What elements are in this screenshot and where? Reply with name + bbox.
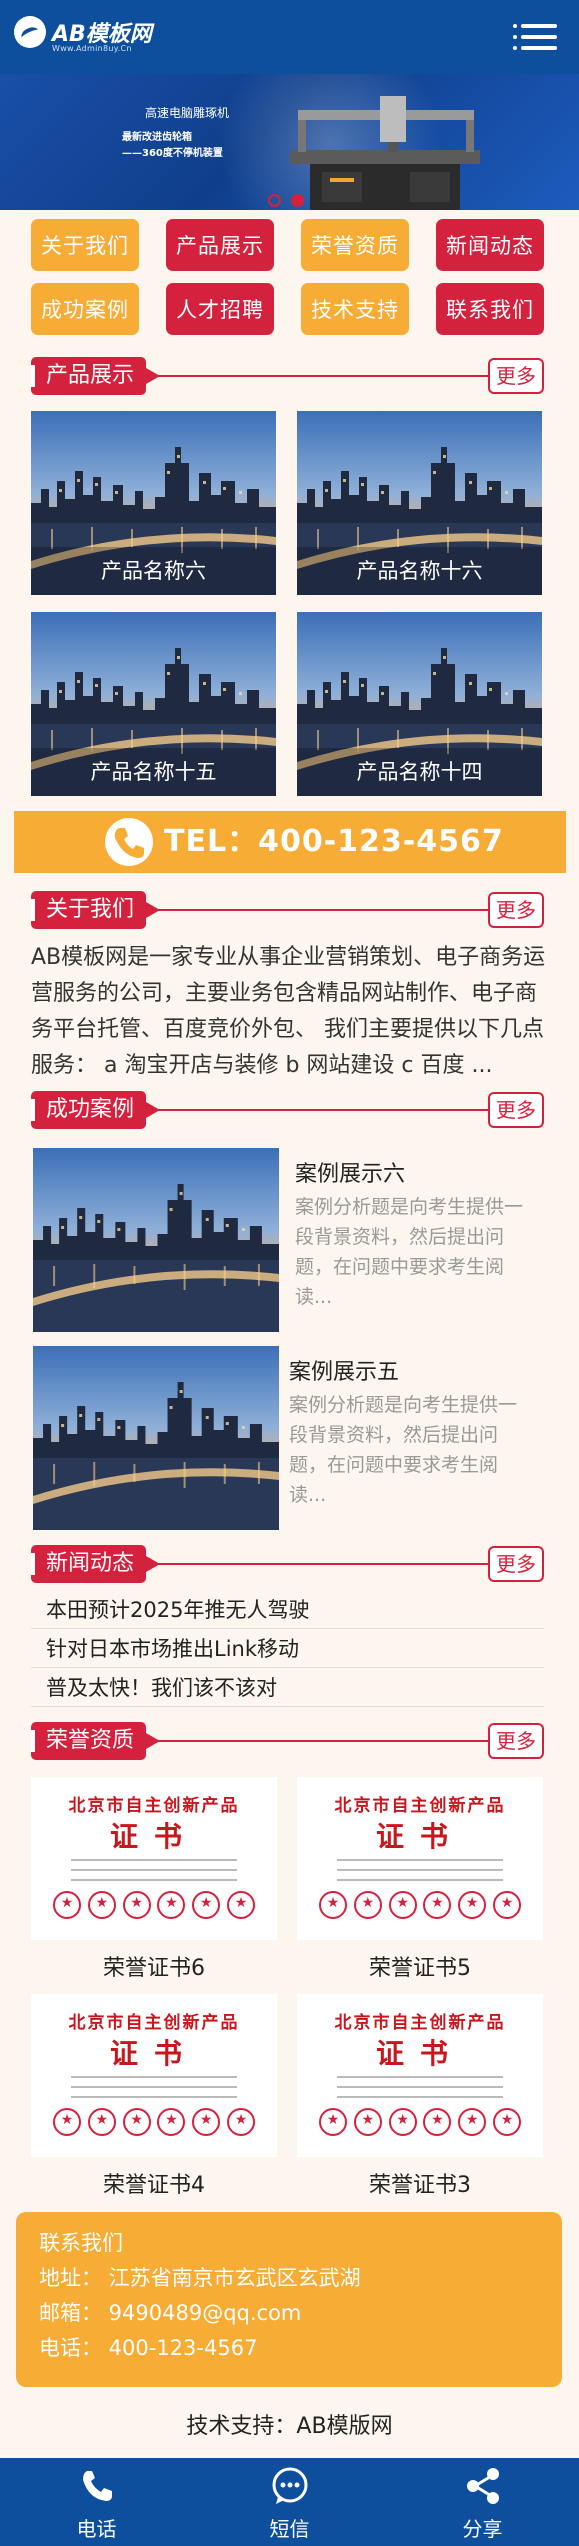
nav-honors[interactable]: 荣誉资质	[301, 219, 409, 271]
certificate-word: 证书	[375, 2037, 464, 2070]
message-icon	[272, 2467, 307, 2504]
certificate-header: 北京市自主创新产品	[334, 2013, 506, 2033]
contact-box: 联系我们 地址： 江苏省南京市玄武区玄武湖 邮箱： 9490489@qq.com…	[16, 2212, 562, 2387]
bottom-bar: 电话 短信 分享	[0, 2458, 579, 2546]
contact-address: 地址： 江苏省南京市玄武区玄武湖	[39, 2266, 361, 2290]
product-card[interactable]: 产品名称六	[31, 411, 276, 595]
tel-bar[interactable]: TEL：400-123-4567	[14, 811, 566, 873]
certificate-seals	[53, 1891, 255, 1921]
product-name: 产品名称十五	[31, 748, 276, 796]
nav-news[interactable]: 新闻动态	[436, 219, 544, 271]
section-header-news: 新闻动态 更多	[31, 1545, 544, 1583]
contact-title: 联系我们	[39, 2231, 123, 2255]
banner-slider[interactable]: 高速电脑雕琢机 最新改进齿轮箱 ——360度不停机装置	[0, 74, 579, 210]
more-button-about[interactable]: 更多	[488, 892, 544, 928]
certificate-word: 证书	[375, 1820, 464, 1853]
section-title-cases: 成功案例	[31, 1091, 161, 1129]
footer-sms-button[interactable]: 短信	[193, 2458, 386, 2546]
section-title-products: 产品展示	[31, 357, 161, 395]
banner-dot-1[interactable]	[268, 194, 281, 207]
section-title-about: 关于我们	[31, 891, 161, 929]
footer-label: 电话	[76, 2517, 117, 2541]
certificate-header: 北京市自主创新产品	[68, 2013, 240, 2033]
logo-mark-icon	[14, 16, 46, 48]
product-card[interactable]: 产品名称十六	[297, 411, 542, 595]
product-name: 产品名称十四	[297, 748, 542, 796]
banner-pagination	[268, 192, 314, 210]
honor-caption: 荣誉证书4	[103, 2173, 205, 2198]
news-item[interactable]: 普及太快！我们该不该对	[31, 1669, 544, 1707]
case-image	[33, 1346, 279, 1530]
more-button-products[interactable]: 更多	[488, 358, 544, 394]
case-description: 案例分析题是向考生提供一段背景资料，然后提出问题，在问题中要求考生阅读...	[289, 1394, 518, 1506]
footer-share-button[interactable]: 分享	[386, 2458, 579, 2546]
phone-icon	[105, 818, 153, 866]
contact-phone[interactable]: 电话： 400-123-4567	[39, 2331, 562, 2366]
nav-jobs[interactable]: 人才招聘	[166, 283, 274, 335]
section-header-about: 关于我们 更多	[31, 891, 544, 929]
share-icon	[466, 2468, 499, 2504]
honor-caption: 荣誉证书6	[103, 1956, 205, 1981]
honor-certificate[interactable]: 北京市自主创新产品 证书	[297, 1994, 543, 2157]
case-title: 案例展示六	[295, 1162, 406, 1187]
case-title: 案例展示五	[289, 1360, 400, 1385]
logo[interactable]: AB模板网 Www.Admin8uy.Cn	[14, 10, 164, 62]
nav-support[interactable]: 技术支持	[301, 283, 409, 335]
news-item[interactable]: 针对日本市场推出Link移动	[31, 1630, 544, 1668]
nav-products[interactable]: 产品展示	[166, 219, 274, 271]
section-header-cases: 成功案例 更多	[31, 1091, 544, 1129]
nav-about[interactable]: 关于我们	[31, 219, 139, 271]
header: AB模板网 Www.Admin8uy.Cn	[0, 0, 579, 74]
product-name: 产品名称十六	[297, 547, 542, 595]
certificate-word: 证书	[109, 1820, 198, 1853]
menu-icon[interactable]	[521, 24, 557, 52]
footer-label: 短信	[269, 2517, 310, 2541]
phone-icon	[82, 2471, 112, 2501]
certificate-word: 证书	[109, 2037, 198, 2070]
certificate-seals	[53, 2108, 255, 2138]
honor-certificate[interactable]: 北京市自主创新产品 证书	[297, 1777, 543, 1940]
case-item[interactable]: 案例展示五 案例分析题是向考生提供一段背景资料，然后提出问题，在问题中要求考生阅…	[33, 1346, 546, 1536]
case-image	[33, 1148, 279, 1332]
honor-certificate[interactable]: 北京市自主创新产品 证书	[31, 1777, 277, 1940]
about-text: AB模板网是一家专业从事企业营销策划、电子商务运营服务的公司，主要业务包含精品网…	[31, 945, 546, 1078]
case-item[interactable]: 案例展示六 案例分析题是向考生提供一段背景资料，然后提出问题，在问题中要求考生阅…	[33, 1148, 546, 1338]
section-header-honors: 荣誉资质 更多	[31, 1722, 544, 1760]
section-title-honors: 荣誉资质	[31, 1722, 161, 1760]
certificate-seals	[319, 1891, 521, 1921]
honor-caption: 荣誉证书5	[369, 1956, 471, 1981]
honor-caption: 荣誉证书3	[369, 2173, 471, 2198]
section-header-products: 产品展示 更多	[31, 357, 544, 395]
certificate-header: 北京市自主创新产品	[68, 1796, 240, 1816]
logo-site-url: Www.Admin8uy.Cn	[52, 44, 132, 53]
more-button-news[interactable]: 更多	[488, 1546, 544, 1582]
honor-certificate[interactable]: 北京市自主创新产品 证书	[31, 1994, 277, 2157]
case-description: 案例分析题是向考生提供一段背景资料，然后提出问题，在问题中要求考生阅读...	[295, 1196, 524, 1308]
certificate-header: 北京市自主创新产品	[334, 1796, 506, 1816]
footer-label: 分享	[462, 2517, 503, 2541]
nav-cases[interactable]: 成功案例	[31, 283, 139, 335]
footer-call-button[interactable]: 电话	[0, 2458, 193, 2546]
product-card[interactable]: 产品名称十四	[297, 612, 542, 796]
product-name: 产品名称六	[31, 547, 276, 595]
banner-headline: 高速电脑雕琢机	[145, 106, 230, 120]
more-button-honors[interactable]: 更多	[488, 1723, 544, 1759]
tel-number: TEL：400-123-4567	[164, 824, 504, 859]
tech-support-text[interactable]: 技术支持：AB模版网	[0, 2408, 579, 2440]
banner-line-2: 最新改进齿轮箱	[122, 132, 192, 143]
product-card[interactable]: 产品名称十五	[31, 612, 276, 796]
contact-email[interactable]: 邮箱： 9490489@qq.com	[39, 2296, 562, 2331]
nav-contact[interactable]: 联系我们	[436, 283, 544, 335]
more-button-cases[interactable]: 更多	[488, 1092, 544, 1128]
banner-dot-2[interactable]	[291, 194, 304, 207]
news-item[interactable]: 本田预计2025年推无人驾驶	[31, 1591, 544, 1629]
banner-line-3: ——360度不停机装置	[122, 148, 223, 159]
certificate-seals	[319, 2108, 521, 2138]
section-title-news: 新闻动态	[31, 1545, 161, 1583]
